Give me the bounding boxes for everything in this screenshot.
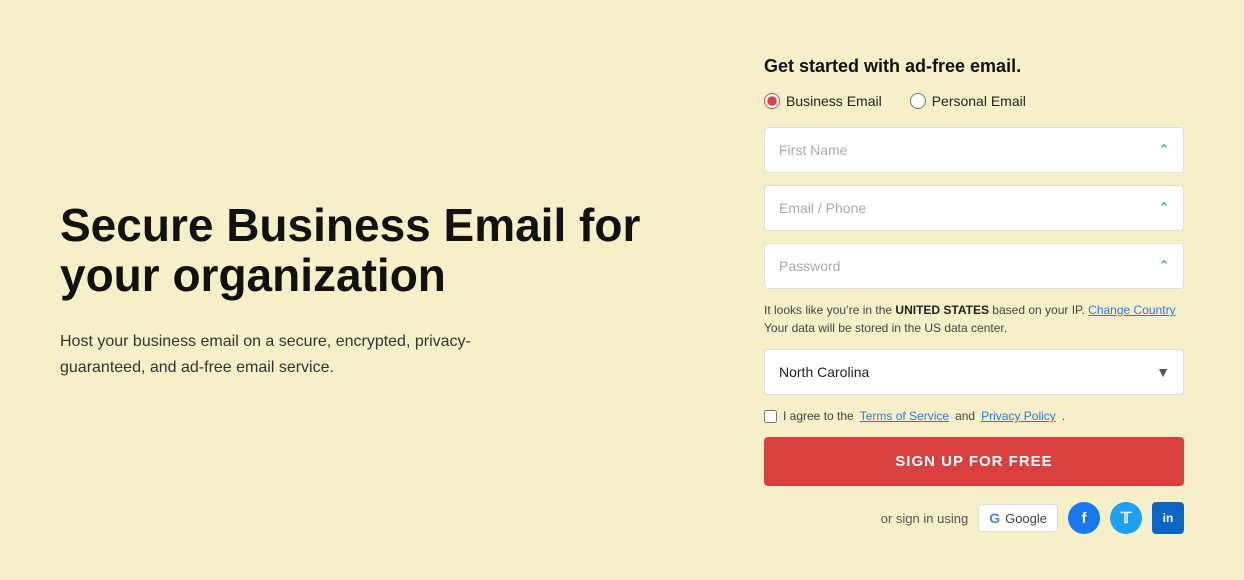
ip-notice: It looks like you’re in the UNITED STATE… — [764, 301, 1184, 337]
firstname-icon: ⌃ — [1158, 142, 1170, 159]
email-phone-input[interactable] — [764, 185, 1184, 231]
main-heading: Secure Business Email for your organizat… — [60, 200, 664, 301]
email-phone-icon: ⌃ — [1158, 200, 1170, 217]
twitter-icon: 𝕋 — [1121, 509, 1132, 527]
personal-email-radio[interactable] — [910, 93, 926, 109]
state-selector-group: North Carolina California New York Texas… — [764, 349, 1184, 395]
email-phone-group: ⌃ — [764, 185, 1184, 231]
form-title: Get started with ad-free email. — [764, 56, 1184, 77]
social-signin-row: or sign in using G Google f 𝕋 in — [764, 502, 1184, 534]
password-group: ⌃ — [764, 243, 1184, 289]
email-type-selector: Business Email Personal Email — [764, 93, 1184, 109]
ip-notice-country: UNITED STATES — [895, 303, 989, 317]
left-panel: Secure Business Email for your organizat… — [60, 40, 704, 540]
social-prefix: or sign in using — [881, 511, 968, 526]
terms-of-service-link[interactable]: Terms of Service — [860, 409, 949, 423]
ip-notice-line2: Your data will be stored in the US data … — [764, 321, 1007, 335]
privacy-policy-link[interactable]: Privacy Policy — [981, 409, 1056, 423]
google-signin-button[interactable]: G Google — [978, 504, 1058, 532]
terms-middle: and — [955, 409, 975, 423]
password-input[interactable] — [764, 243, 1184, 289]
subtext: Host your business email on a secure, en… — [60, 329, 540, 380]
terms-suffix: . — [1062, 409, 1065, 423]
facebook-icon: f — [1082, 510, 1087, 527]
linkedin-icon: in — [1163, 511, 1174, 525]
terms-row: I agree to the Terms of Service and Priv… — [764, 409, 1184, 423]
terms-checkbox[interactable] — [764, 410, 777, 423]
password-icon: ⌃ — [1158, 258, 1170, 275]
right-panel: Get started with ad-free email. Business… — [764, 40, 1184, 540]
state-select[interactable]: North Carolina California New York Texas… — [764, 349, 1184, 395]
facebook-signin-button[interactable]: f — [1068, 502, 1100, 534]
terms-prefix: I agree to the — [783, 409, 854, 423]
personal-email-label: Personal Email — [932, 93, 1026, 109]
twitter-signin-button[interactable]: 𝕋 — [1110, 502, 1142, 534]
personal-email-option[interactable]: Personal Email — [910, 93, 1026, 109]
ip-notice-line1-prefix: It looks like you’re in the — [764, 303, 895, 317]
signup-button[interactable]: SIGN UP FOR FREE — [764, 437, 1184, 486]
business-email-label: Business Email — [786, 93, 882, 109]
linkedin-signin-button[interactable]: in — [1152, 502, 1184, 534]
business-email-radio[interactable] — [764, 93, 780, 109]
google-label: Google — [1005, 511, 1047, 526]
google-g-icon: G — [989, 510, 1000, 526]
change-country-link[interactable]: Change Country — [1088, 303, 1175, 317]
ip-notice-line1-suffix: based on your IP. — [989, 303, 1085, 317]
firstname-input[interactable] — [764, 127, 1184, 173]
firstname-group: ⌃ — [764, 127, 1184, 173]
business-email-option[interactable]: Business Email — [764, 93, 882, 109]
